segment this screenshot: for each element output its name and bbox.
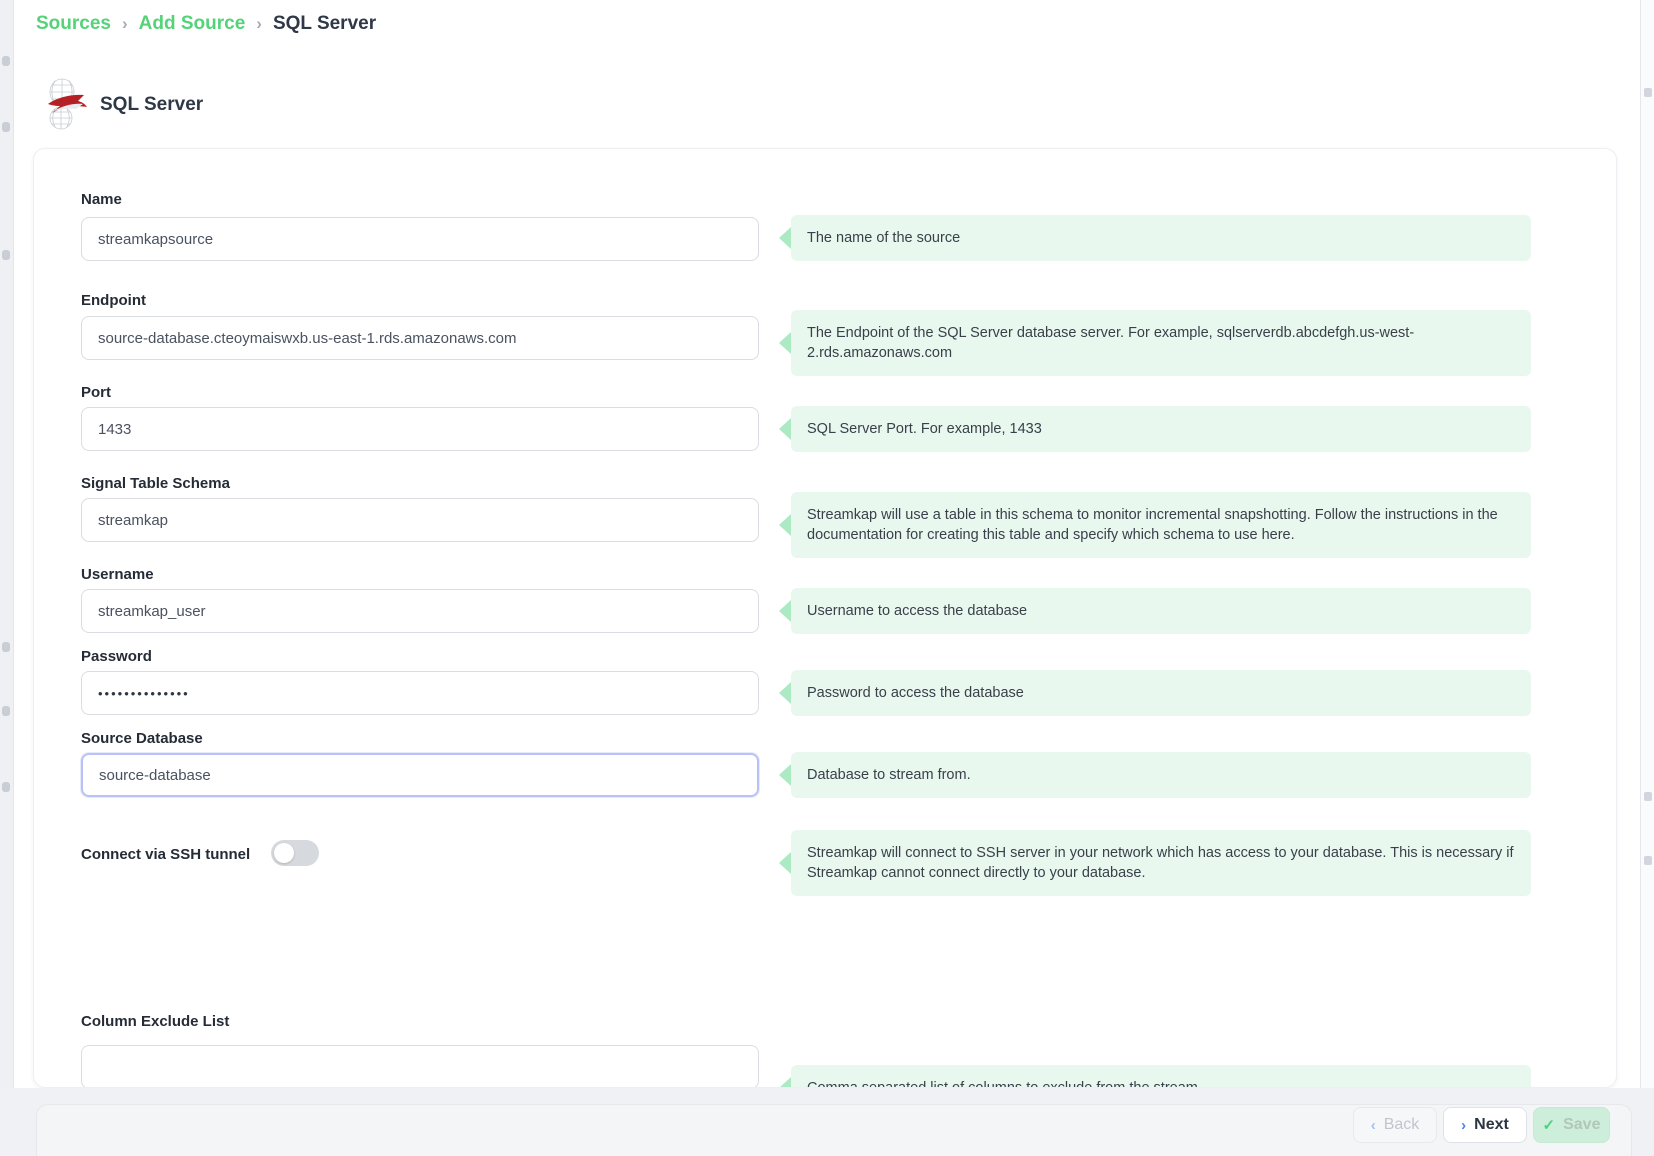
breadcrumb-separator-icon: › (122, 14, 128, 34)
vertical-scrollbar[interactable] (1640, 0, 1654, 1156)
password-label: Password (81, 648, 152, 665)
save-button[interactable]: ✓ Save (1533, 1107, 1610, 1143)
ssh-tunnel-label: Connect via SSH tunnel (81, 846, 250, 863)
ssh-tunnel-toggle[interactable] (271, 840, 319, 866)
column-exclude-list-label: Column Exclude List (81, 1013, 229, 1030)
signal-table-schema-hint: Streamkap will use a table in this schem… (791, 492, 1531, 558)
hint-arrow-icon (779, 852, 791, 874)
name-label: Name (81, 191, 122, 208)
hint-arrow-icon (779, 332, 791, 354)
chevron-left-icon: ‹ (1371, 1117, 1376, 1134)
hint-arrow-icon (779, 514, 791, 536)
breadcrumb-current: SQL Server (273, 13, 376, 35)
check-icon: ✓ (1543, 1116, 1556, 1134)
port-label: Port (81, 384, 111, 401)
column-exclude-list-input[interactable] (81, 1045, 759, 1088)
endpoint-label: Endpoint (81, 292, 146, 309)
hint-arrow-icon (779, 764, 791, 786)
source-database-input[interactable] (81, 753, 759, 797)
source-database-hint: Database to stream from. (791, 752, 1531, 798)
name-hint: The name of the source (791, 215, 1531, 261)
hint-arrow-icon (779, 418, 791, 440)
endpoint-hint: The Endpoint of the SQL Server database … (791, 310, 1531, 376)
signal-table-schema-label: Signal Table Schema (81, 475, 230, 492)
breadcrumb-add-source-link[interactable]: Add Source (139, 13, 246, 35)
column-exclude-list-hint: Comma separated list of columns to exclu… (791, 1065, 1531, 1088)
wizard-footer: ‹ Back › Next ✓ Save (0, 1088, 1654, 1156)
hint-arrow-icon (779, 600, 791, 622)
page-title: SQL Server (100, 94, 203, 116)
username-hint: Username to access the database (791, 588, 1531, 634)
signal-table-schema-input[interactable] (81, 498, 759, 542)
name-input[interactable] (81, 217, 759, 261)
sql-server-logo-icon (40, 76, 90, 130)
port-hint: SQL Server Port. For example, 1433 (791, 406, 1531, 452)
source-config-card: Name The name of the source Endpoint The… (33, 148, 1617, 1088)
password-input[interactable] (81, 671, 759, 715)
hint-arrow-icon (779, 1077, 791, 1088)
password-hint: Password to access the database (791, 670, 1531, 716)
username-input[interactable] (81, 589, 759, 633)
breadcrumb: Sources › Add Source › SQL Server (36, 13, 376, 35)
back-button[interactable]: ‹ Back (1353, 1107, 1437, 1143)
breadcrumb-sources-link[interactable]: Sources (36, 13, 111, 35)
port-input[interactable] (81, 407, 759, 451)
username-label: Username (81, 566, 154, 583)
background-page-edge (0, 0, 14, 1156)
hint-arrow-icon (779, 682, 791, 704)
chevron-right-icon: › (1461, 1117, 1466, 1134)
breadcrumb-separator-icon: › (256, 14, 262, 34)
next-button[interactable]: › Next (1443, 1107, 1527, 1143)
ssh-tunnel-hint: Streamkap will connect to SSH server in … (791, 830, 1531, 896)
source-database-label: Source Database (81, 730, 203, 747)
toggle-knob (274, 843, 294, 863)
hint-arrow-icon (779, 227, 791, 249)
endpoint-input[interactable] (81, 316, 759, 360)
